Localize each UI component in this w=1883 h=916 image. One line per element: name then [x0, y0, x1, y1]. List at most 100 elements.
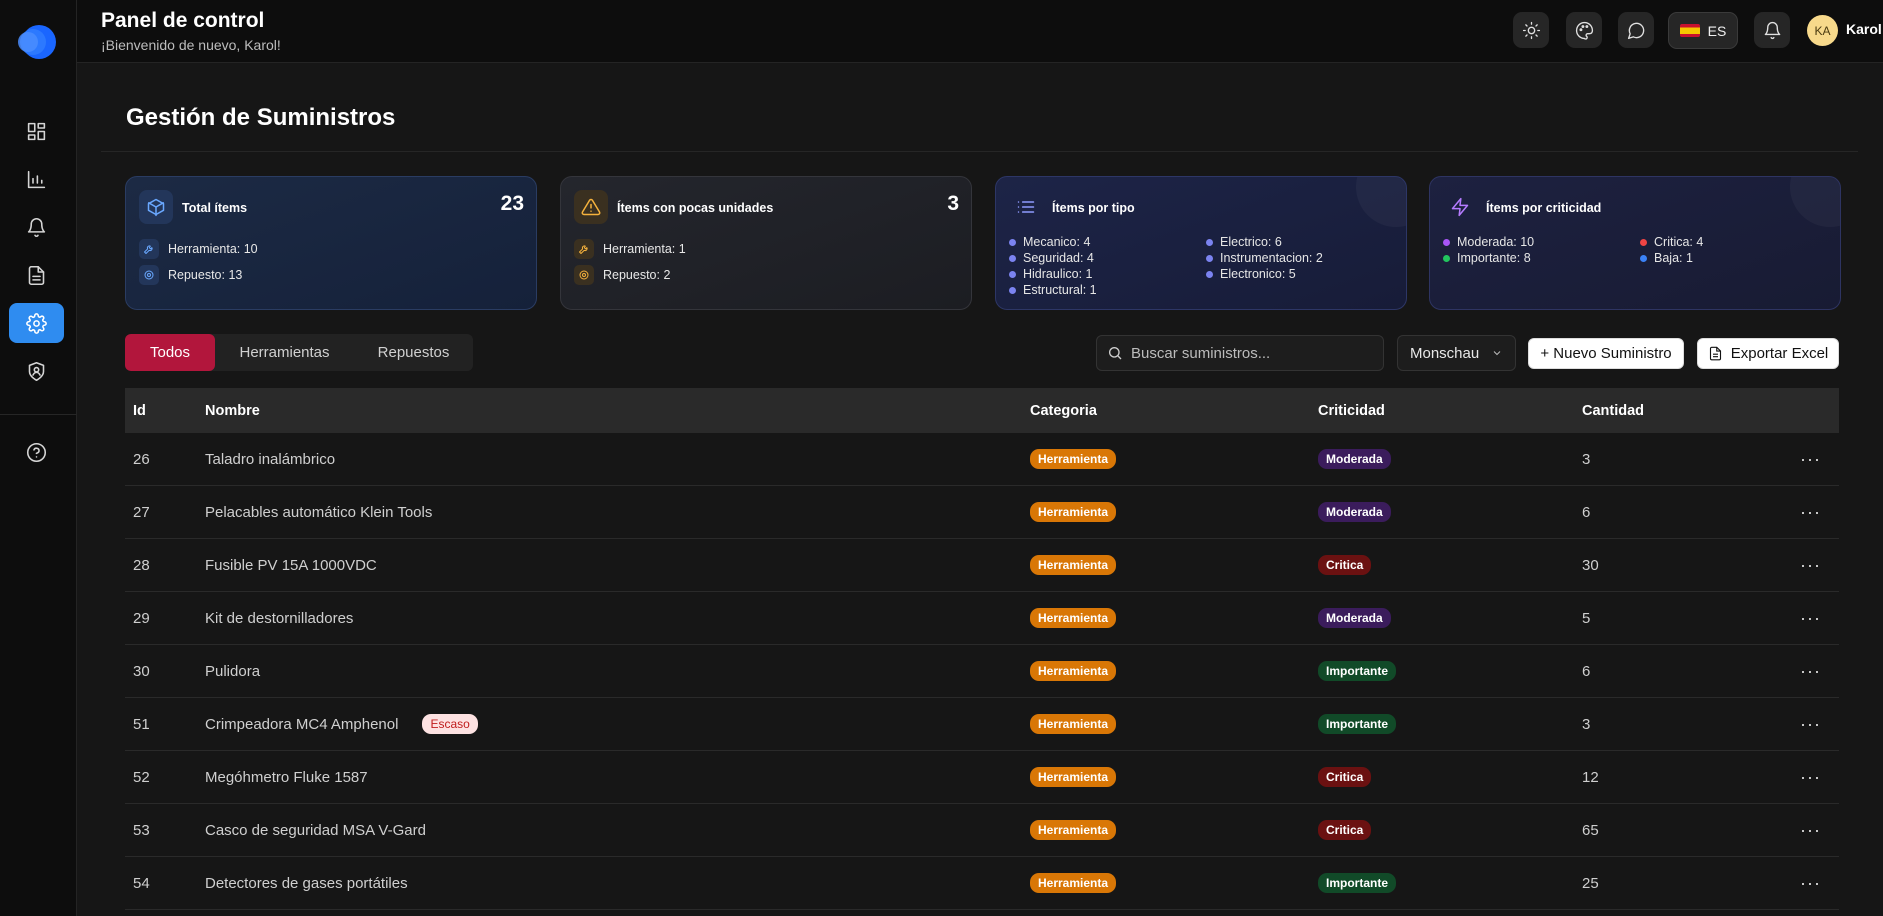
card-line-text: Repuesto: 13: [168, 268, 243, 282]
language-selector[interactable]: ES: [1668, 12, 1738, 49]
cell-category: Herramienta: [1030, 502, 1318, 522]
new-supply-button[interactable]: + Nuevo Suministro: [1528, 338, 1684, 369]
row-actions-button[interactable]: ···: [1782, 661, 1839, 682]
column-header-criticality[interactable]: Criticidad: [1318, 403, 1582, 419]
avatar[interactable]: KA: [1807, 15, 1838, 46]
cell-id: 30: [133, 662, 150, 680]
cell-quantity: 3: [1582, 715, 1591, 733]
category-badge: Herramienta: [1030, 820, 1117, 840]
table-row[interactable]: 26 Taladro inalámbrico Herramienta Moderada…: [125, 433, 1839, 486]
palette-icon: [1575, 21, 1593, 40]
cell-category: Herramienta: [1030, 767, 1318, 787]
tab-herramientas[interactable]: Herramientas: [215, 334, 354, 371]
column-header-id[interactable]: Id: [125, 403, 205, 419]
sidebar-item-dashboard[interactable]: [9, 111, 64, 151]
cell-quantity: 25: [1582, 874, 1599, 892]
sidebar-item-reports[interactable]: [9, 159, 64, 199]
column-header-category[interactable]: Categoria: [1030, 403, 1318, 419]
wrench-icon: [139, 239, 159, 259]
file-icon: [1709, 346, 1721, 361]
shield-user-icon: [28, 361, 45, 381]
tab-todos[interactable]: Todos: [125, 334, 215, 371]
row-actions-button[interactable]: ···: [1782, 714, 1839, 735]
box-icon: [147, 198, 165, 217]
category-tabs: Todos Herramientas Repuestos: [125, 334, 473, 371]
row-actions-button[interactable]: ···: [1782, 449, 1839, 470]
cell-criticality: Critica: [1318, 555, 1582, 575]
cell-category: Herramienta: [1030, 873, 1318, 893]
export-excel-button[interactable]: Exportar Excel: [1697, 338, 1839, 369]
export-label: Exportar Excel: [1730, 345, 1829, 362]
card-line: Repuesto: 2: [574, 265, 670, 285]
cell-name: Casco de seguridad MSA V-Gard: [205, 822, 1030, 839]
type-item: Instrumentacion: 2: [1206, 251, 1396, 265]
card-line-text: Repuesto: 2: [603, 268, 671, 282]
table-row[interactable]: 27 Pelacables automático Klein Tools Herra…: [125, 486, 1839, 539]
low-stock-badge: Escaso: [422, 714, 478, 734]
table-row[interactable]: 51 Crimpeadora MC4 Amphenol Escaso Herramie…: [125, 698, 1839, 751]
sidebar-divider: [0, 414, 77, 415]
sidebar-item-documents[interactable]: [9, 255, 64, 295]
card-line: Herramienta: 1: [574, 239, 686, 259]
tab-repuestos[interactable]: Repuestos: [354, 334, 473, 371]
table-row[interactable]: 54 Detectores de gases portátiles Herramie…: [125, 857, 1839, 910]
sidebar-item-settings[interactable]: [9, 303, 64, 343]
cell-name: Kit de destornilladores: [205, 610, 1030, 627]
card-items-by-criticality: Ítems por criticidad Moderada: 10 Critic…: [1429, 176, 1841, 310]
app-logo[interactable]: [14, 22, 58, 62]
table-row[interactable]: 29 Kit de destornilladores Herramienta Mode…: [125, 592, 1839, 645]
type-item: Hidraulico: 1: [1009, 267, 1206, 281]
row-actions-button[interactable]: ···: [1782, 502, 1839, 523]
cell-name: Megóhmetro Fluke 1587: [205, 769, 1030, 786]
criticality-label: Baja: 1: [1654, 251, 1693, 265]
cell-category: Herramienta: [1030, 608, 1318, 628]
item-name: Casco de seguridad MSA V-Gard: [205, 821, 426, 839]
row-actions-button[interactable]: ···: [1782, 820, 1839, 841]
location-value: Monschau: [1410, 344, 1480, 362]
cell-id: 52: [133, 768, 150, 786]
sidebar-item-alerts[interactable]: [9, 207, 64, 247]
sidebar-item-help[interactable]: [9, 432, 64, 472]
card-icon-wrap: [574, 190, 608, 224]
sidebar-item-users[interactable]: [9, 351, 64, 391]
palette-button[interactable]: [1566, 12, 1602, 48]
row-actions-button[interactable]: ···: [1782, 873, 1839, 894]
list-icon: [1017, 201, 1035, 213]
cell-name: Crimpeadora MC4 Amphenol Escaso: [205, 714, 1030, 734]
card-title: Ítems por criticidad: [1486, 201, 1602, 215]
bell-icon: [1764, 21, 1780, 39]
type-label: Mecanico: 4: [1023, 235, 1091, 249]
search-input[interactable]: [1131, 344, 1371, 362]
table-row[interactable]: 28 Fusible PV 15A 1000VDC Herramienta Criti…: [125, 539, 1839, 592]
messages-button[interactable]: [1618, 12, 1654, 48]
cell-name: Pulidora: [205, 663, 1030, 680]
cell-quantity: 12: [1582, 768, 1599, 786]
column-header-name[interactable]: Nombre: [205, 403, 1030, 419]
item-name: Kit de destornilladores: [205, 609, 354, 627]
row-actions-button[interactable]: ···: [1782, 555, 1839, 576]
theme-toggle-button[interactable]: [1513, 12, 1549, 48]
cell-quantity: 6: [1582, 503, 1591, 521]
column-header-quantity[interactable]: Cantidad: [1582, 403, 1782, 419]
card-total-items: Total ítems 23 Herramienta: 10 Repuesto:…: [125, 176, 537, 310]
dashboard-grid-icon: [27, 122, 46, 140]
user-name[interactable]: Karol: [1846, 21, 1882, 37]
criticality-badge: Importante: [1318, 661, 1397, 681]
cell-name: Fusible PV 15A 1000VDC: [205, 557, 1030, 574]
cell-name: Detectores de gases portátiles: [205, 875, 1030, 892]
cell-id: 26: [133, 450, 150, 468]
notifications-button[interactable]: [1754, 12, 1790, 48]
row-actions-button[interactable]: ···: [1782, 767, 1839, 788]
table-row[interactable]: 30 Pulidora Herramienta Importante 6 ···: [125, 645, 1839, 698]
chat-bubble-icon: [1627, 22, 1644, 39]
cell-quantity: 3: [1582, 450, 1591, 468]
row-actions-button[interactable]: ···: [1782, 608, 1839, 629]
app-root: Panel de control ¡Bienvenido de nuevo, K…: [0, 0, 1883, 916]
table-row[interactable]: 53 Casco de seguridad MSA V-Gard Herramien…: [125, 804, 1839, 857]
table-row[interactable]: 52 Megóhmetro Fluke 1587 Herramienta Critic…: [125, 751, 1839, 804]
card-decoration: [1790, 177, 1840, 227]
cell-quantity: 6: [1582, 662, 1591, 680]
location-select[interactable]: Monschau: [1397, 335, 1516, 371]
card-line-text: Herramienta: 10: [168, 242, 258, 256]
card-icon-wrap: [139, 190, 173, 224]
